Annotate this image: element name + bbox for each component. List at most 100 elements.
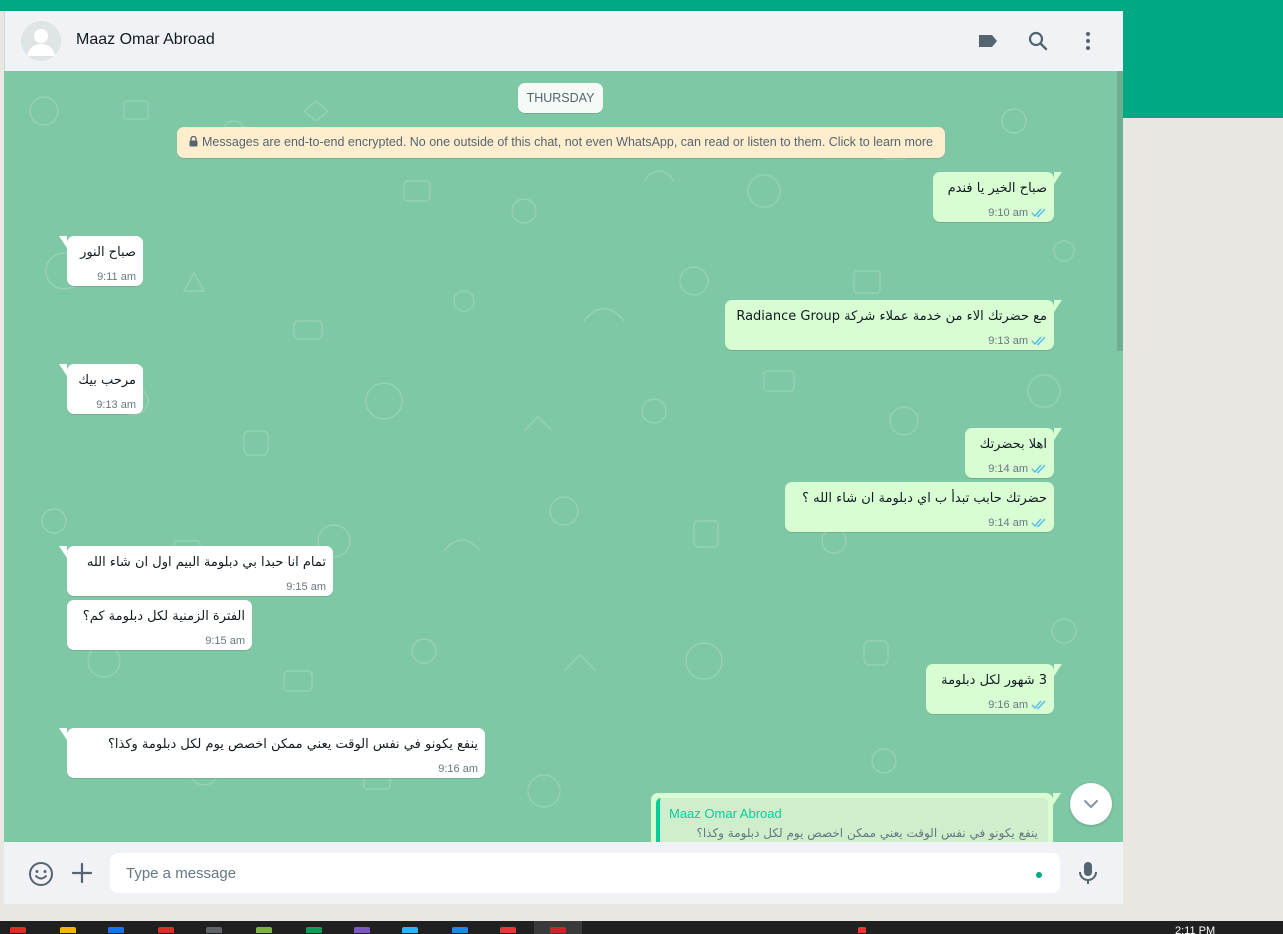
message-incoming[interactable]: تمام انا حبدا بي دبلومة البيم اول ان شاء… xyxy=(59,546,333,596)
read-receipt-icon xyxy=(1031,336,1046,346)
message-outgoing[interactable]: 3 شهور لكل دبلومة 9:16 am xyxy=(926,664,1062,714)
message-meta: 9:15 am xyxy=(286,581,326,593)
message-time: 9:13 am xyxy=(96,399,136,411)
taskbar-app-icon[interactable] xyxy=(206,927,222,933)
bubble-tail xyxy=(1053,793,1061,805)
message-time: 9:14 am xyxy=(988,517,1028,529)
taskbar-app-icon[interactable] xyxy=(500,927,516,933)
input-status-dot xyxy=(1036,872,1042,878)
taskbar-app-icon[interactable] xyxy=(10,927,26,933)
message-meta: 9:15 am xyxy=(205,635,245,647)
microphone-icon xyxy=(1079,862,1097,884)
taskbar-app-icon[interactable] xyxy=(256,927,272,933)
message-text: الفترة الزمنية لكل دبلومة كم؟ xyxy=(82,609,245,624)
taskbar-tray-icon[interactable] xyxy=(858,927,866,933)
message-text: حضرتك حابب تبدأ ب اي دبلومة ان شاء الله … xyxy=(802,491,1047,506)
read-receipt-icon xyxy=(1031,208,1046,218)
read-receipt-icon xyxy=(1031,464,1046,474)
message-time: 9:10 am xyxy=(988,207,1028,219)
taskbar-app-icon[interactable] xyxy=(158,927,174,933)
bubble-tail xyxy=(59,236,67,248)
labels-icon[interactable] xyxy=(976,29,1000,53)
taskbar-app-icon[interactable] xyxy=(60,927,76,933)
bubble-tail xyxy=(1054,428,1062,440)
avatar[interactable] xyxy=(21,21,61,61)
message-meta: 9:14 am xyxy=(988,517,1047,529)
message-time: 9:15 am xyxy=(205,635,245,647)
message-text: 3 شهور لكل دبلومة xyxy=(941,673,1047,688)
read-receipt-icon xyxy=(1031,700,1046,710)
bubble-tail xyxy=(1054,300,1062,312)
message-time: 9:15 am xyxy=(286,581,326,593)
composer xyxy=(4,842,1123,904)
bubble-tail xyxy=(1054,664,1062,676)
message-outgoing-reply[interactable]: Maaz Omar Abroad ينفع يكونو في نفس الوقت… xyxy=(651,793,1061,842)
bubble-tail xyxy=(59,546,67,558)
message-incoming[interactable]: مرحب بيك 9:13 am xyxy=(59,364,143,414)
background-panel xyxy=(1123,118,1283,904)
lock-icon xyxy=(189,136,198,147)
default-avatar-icon xyxy=(21,21,61,61)
message-input[interactable] xyxy=(110,853,1060,893)
emoji-icon xyxy=(29,862,53,886)
taskbar-app-icon[interactable] xyxy=(354,927,370,933)
message-time: 9:11 am xyxy=(97,271,136,283)
message-meta: 9:13 am xyxy=(96,399,136,411)
message-meta: 9:10 am xyxy=(988,207,1047,219)
message-incoming[interactable]: صباح النور 9:11 am xyxy=(59,236,143,286)
chat-window: Maaz Omar Abroad THURSDAY Messages are e… xyxy=(4,11,1123,904)
message-outgoing[interactable]: اهلا بحضرتك 9:14 am xyxy=(965,428,1062,478)
message-text: مرحب بيك xyxy=(78,373,136,388)
message-meta: 9:14 am xyxy=(988,463,1047,475)
bubble-tail xyxy=(1054,172,1062,184)
bubble-tail xyxy=(59,364,67,376)
message-time: 9:14 am xyxy=(988,463,1028,475)
message-text: مع حضرتك الاء من خدمة عملاء شركة Radianc… xyxy=(736,309,1047,324)
scrollbar[interactable] xyxy=(1117,71,1123,351)
message-text: تمام انا حبدا بي دبلومة البيم اول ان شاء… xyxy=(86,555,326,570)
message-text: ينفع يكونو في نفس الوقت يعني ممكن اخصص ي… xyxy=(107,737,478,752)
read-receipt-icon xyxy=(1031,518,1046,528)
message-meta: 9:16 am xyxy=(988,699,1047,711)
message-time: 9:16 am xyxy=(438,763,478,775)
taskbar-app-icon[interactable] xyxy=(452,927,468,933)
attach-button[interactable] xyxy=(70,861,94,885)
quoted-text: ينفع يكونو في نفس الوقت يعني ممكن اخصص ي… xyxy=(696,826,1038,840)
message-time: 9:13 am xyxy=(988,335,1028,347)
chat-header: Maaz Omar Abroad xyxy=(4,11,1123,71)
quoted-sender: Maaz Omar Abroad xyxy=(669,806,782,821)
message-incoming[interactable]: ينفع يكونو في نفس الوقت يعني ممكن اخصص ي… xyxy=(59,728,485,778)
taskbar-app-icon[interactable] xyxy=(402,927,418,933)
message-list[interactable]: THURSDAY Messages are end-to-end encrypt… xyxy=(4,71,1123,842)
message-outgoing[interactable]: مع حضرتك الاء من خدمة عملاء شركة Radianc… xyxy=(725,300,1062,350)
message-time: 9:16 am xyxy=(988,699,1028,711)
taskbar-app-icon[interactable] xyxy=(550,927,566,933)
contact-name[interactable]: Maaz Omar Abroad xyxy=(76,31,215,49)
app-top-strip xyxy=(0,0,1283,11)
scroll-to-bottom-button[interactable] xyxy=(1070,783,1112,825)
taskbar-app-icon[interactable] xyxy=(306,927,322,933)
quoted-message[interactable]: Maaz Omar Abroad ينفع يكونو في نفس الوقت… xyxy=(656,798,1048,842)
message-incoming[interactable]: الفترة الزمنية لكل دبلومة كم؟ 9:15 am xyxy=(67,600,252,650)
voice-message-button[interactable] xyxy=(1076,860,1100,886)
message-meta: 9:16 am xyxy=(438,763,478,775)
taskbar-clock[interactable]: 2:11 PM xyxy=(1175,925,1215,934)
message-text: اهلا بحضرتك xyxy=(979,437,1047,452)
os-taskbar xyxy=(0,921,1283,934)
encryption-notice[interactable]: Messages are end-to-end encrypted. No on… xyxy=(177,127,945,158)
message-meta: 9:13 am xyxy=(988,335,1047,347)
date-chip: THURSDAY xyxy=(518,83,603,113)
menu-icon[interactable] xyxy=(1076,29,1100,53)
encryption-notice-text: Messages are end-to-end encrypted. No on… xyxy=(202,135,933,149)
search-icon[interactable] xyxy=(1026,29,1050,53)
message-meta: 9:11 am xyxy=(97,271,136,283)
message-outgoing[interactable]: حضرتك حابب تبدأ ب اي دبلومة ان شاء الله … xyxy=(785,482,1054,532)
plus-icon xyxy=(71,862,93,884)
bubble-tail xyxy=(59,728,67,740)
message-outgoing[interactable]: صباح الخير يا فندم 9:10 am xyxy=(933,172,1062,222)
message-text: صباح الخير يا فندم xyxy=(947,181,1047,196)
taskbar-app-icon[interactable] xyxy=(108,927,124,933)
emoji-button[interactable] xyxy=(28,861,54,887)
chevron-down-icon xyxy=(1084,800,1098,808)
message-text: صباح النور xyxy=(80,245,136,260)
